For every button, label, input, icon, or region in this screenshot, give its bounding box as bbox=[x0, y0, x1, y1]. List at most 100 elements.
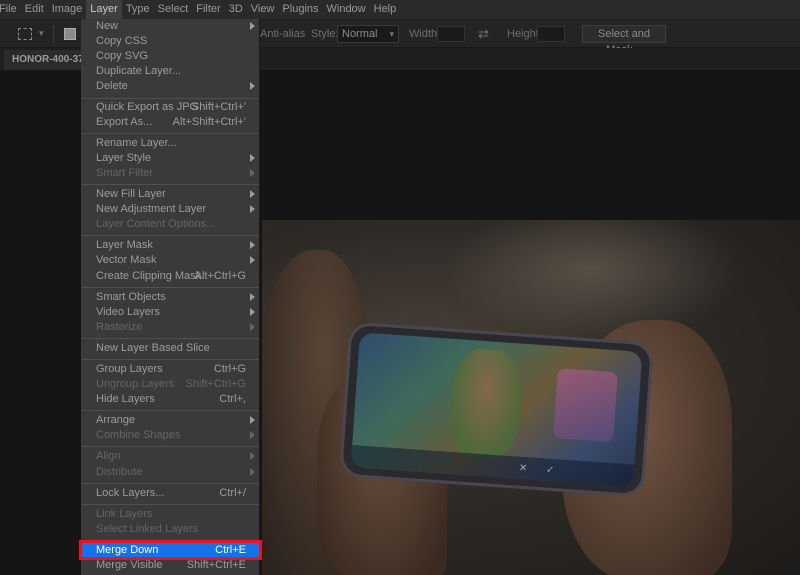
menu-item-label: Delete bbox=[96, 80, 128, 92]
menu-item-align: Align bbox=[81, 449, 260, 464]
background-light bbox=[442, 220, 742, 340]
phone-screen: ✕ ✓ bbox=[350, 332, 643, 487]
style-value: Normal bbox=[342, 28, 378, 40]
menu-item-new-fill-layer[interactable]: New Fill Layer bbox=[81, 187, 260, 202]
menu-item-lock-layers[interactable]: Lock Layers... Ctrl+/ bbox=[81, 486, 260, 501]
height-input[interactable] bbox=[537, 26, 565, 42]
menu-item-label: Layer Mask bbox=[96, 239, 153, 251]
submenu-arrow-icon bbox=[250, 190, 255, 198]
menu-item-label: Ungroup Layers bbox=[96, 378, 175, 390]
menu-edit[interactable]: Edit bbox=[21, 0, 48, 19]
antialias-label[interactable]: Anti-alias bbox=[260, 28, 305, 40]
menu-item-select-linked-layers: Select Linked Layers bbox=[81, 522, 260, 537]
menu-separator bbox=[82, 410, 259, 411]
menu-file[interactable]: File bbox=[0, 0, 21, 19]
menu-item-smart-filter: Smart Filter bbox=[81, 166, 260, 181]
menu-layer[interactable]: Layer bbox=[86, 0, 122, 19]
menu-item-label: Select Linked Layers bbox=[96, 523, 199, 535]
menu-separator bbox=[82, 540, 259, 541]
menu-item-label: New Layer Based Slice bbox=[96, 342, 210, 354]
menu-select[interactable]: Select bbox=[154, 0, 193, 19]
menu-item-new-layer-based-slice[interactable]: New Layer Based Slice bbox=[81, 341, 260, 356]
style-select[interactable]: Normal ▾ bbox=[337, 25, 399, 43]
menu-item-quick-export[interactable]: Quick Export as JPG Shift+Ctrl+' bbox=[81, 100, 260, 115]
canvas-image: ✕ ✓ bbox=[262, 220, 800, 575]
game-card bbox=[553, 368, 618, 443]
menu-item-shortcut: Shift+Ctrl+E bbox=[186, 559, 246, 571]
menu-item-label: Copy CSS bbox=[96, 35, 148, 47]
menu-item-video-layers[interactable]: Video Layers bbox=[81, 305, 260, 320]
menu-item-label: Create Clipping Mask bbox=[96, 270, 202, 282]
menu-item-label: Rename Layer... bbox=[96, 137, 177, 149]
menu-filter[interactable]: Filter bbox=[192, 0, 224, 19]
menu-item-smart-objects[interactable]: Smart Objects bbox=[81, 290, 260, 305]
menu-plugins[interactable]: Plugins bbox=[278, 0, 322, 19]
menu-help[interactable]: Help bbox=[370, 0, 401, 19]
menu-item-vector-mask[interactable]: Vector Mask bbox=[81, 253, 260, 268]
menu-separator bbox=[82, 133, 259, 134]
menu-separator bbox=[82, 184, 259, 185]
menu-item-label: Lock Layers... bbox=[96, 487, 165, 499]
menu-separator bbox=[82, 504, 259, 505]
menu-item-layer-mask[interactable]: Layer Mask bbox=[81, 238, 260, 253]
menu-item-combine-shapes: Combine Shapes bbox=[81, 428, 260, 443]
menu-item-shortcut: Shift+Ctrl+G bbox=[185, 378, 246, 390]
menu-view[interactable]: View bbox=[247, 0, 279, 19]
menu-3d[interactable]: 3D bbox=[225, 0, 247, 19]
swap-icon[interactable]: ⇄ bbox=[478, 26, 489, 42]
menu-item-new-adjustment-layer[interactable]: New Adjustment Layer bbox=[81, 202, 260, 217]
menu-item-distribute: Distribute bbox=[81, 465, 260, 480]
submenu-arrow-icon bbox=[250, 22, 255, 30]
submenu-arrow-icon bbox=[250, 82, 255, 90]
menu-item-copy-svg[interactable]: Copy SVG bbox=[81, 49, 260, 64]
menu-item-arrange[interactable]: Arrange bbox=[81, 413, 260, 428]
menu-item-label: Distribute bbox=[96, 466, 143, 478]
menu-item-label: Align bbox=[96, 450, 121, 462]
menu-item-ungroup-layers: Ungroup Layers Shift+Ctrl+G bbox=[81, 377, 260, 392]
menu-separator bbox=[82, 98, 259, 99]
menu-item-layer-content-options: Layer Content Options... bbox=[81, 217, 260, 232]
menu-item-hide-layers[interactable]: Hide Layers Ctrl+, bbox=[81, 392, 260, 407]
menu-item-layer-style[interactable]: Layer Style bbox=[81, 151, 260, 166]
menu-item-copy-css[interactable]: Copy CSS bbox=[81, 34, 260, 49]
menu-item-label: Hide Layers bbox=[96, 393, 155, 405]
menu-item-label: Arrange bbox=[96, 414, 136, 426]
menu-item-merge-down[interactable]: Merge Down Ctrl+E bbox=[81, 543, 260, 558]
menu-item-new[interactable]: New bbox=[81, 19, 260, 34]
close-icon: ✕ bbox=[518, 462, 528, 475]
game-character bbox=[446, 346, 525, 462]
menu-item-label: Smart Filter bbox=[96, 167, 153, 179]
menu-item-rasterize: Rasterize bbox=[81, 320, 260, 335]
submenu-arrow-icon bbox=[250, 205, 255, 213]
menu-item-shortcut: Alt+Shift+Ctrl+' bbox=[172, 116, 246, 128]
menu-item-group-layers[interactable]: Group Layers Ctrl+G bbox=[81, 362, 260, 377]
menu-item-label: Layer Content Options... bbox=[96, 218, 216, 230]
menu-image[interactable]: Image bbox=[48, 0, 87, 19]
menu-window[interactable]: Window bbox=[323, 0, 370, 19]
menu-separator bbox=[82, 338, 259, 339]
menu-item-label: Copy SVG bbox=[96, 50, 148, 62]
check-icon: ✓ bbox=[545, 464, 555, 477]
submenu-arrow-icon bbox=[250, 416, 255, 424]
menu-separator bbox=[82, 287, 259, 288]
menu-item-merge-visible[interactable]: Merge Visible Shift+Ctrl+E bbox=[81, 558, 260, 573]
menu-item-label: Layer Style bbox=[96, 152, 152, 164]
menu-item-label: Merge Visible bbox=[96, 559, 163, 571]
width-input[interactable] bbox=[437, 26, 465, 42]
menu-separator bbox=[82, 483, 259, 484]
menu-item-create-clipping-mask[interactable]: Create Clipping Mask Alt+Ctrl+G bbox=[81, 269, 260, 284]
chevron-down-icon[interactable]: ▾ bbox=[39, 28, 44, 39]
menu-item-rename-layer[interactable]: Rename Layer... bbox=[81, 136, 260, 151]
menu-type[interactable]: Type bbox=[122, 0, 154, 19]
menu-item-duplicate-layer[interactable]: Duplicate Layer... bbox=[81, 64, 260, 79]
new-selection-icon[interactable] bbox=[64, 28, 76, 40]
menu-item-link-layers: Link Layers bbox=[81, 507, 260, 522]
menu-item-delete[interactable]: Delete bbox=[81, 79, 260, 94]
submenu-arrow-icon bbox=[250, 154, 255, 162]
submenu-arrow-icon bbox=[250, 293, 255, 301]
submenu-arrow-icon bbox=[250, 241, 255, 249]
menu-separator bbox=[82, 235, 259, 236]
select-and-mask-button[interactable]: Select and Mask... bbox=[582, 25, 666, 56]
menu-item-export-as[interactable]: Export As... Alt+Shift+Ctrl+' bbox=[81, 115, 260, 130]
rectangular-marquee-icon[interactable] bbox=[18, 28, 32, 40]
